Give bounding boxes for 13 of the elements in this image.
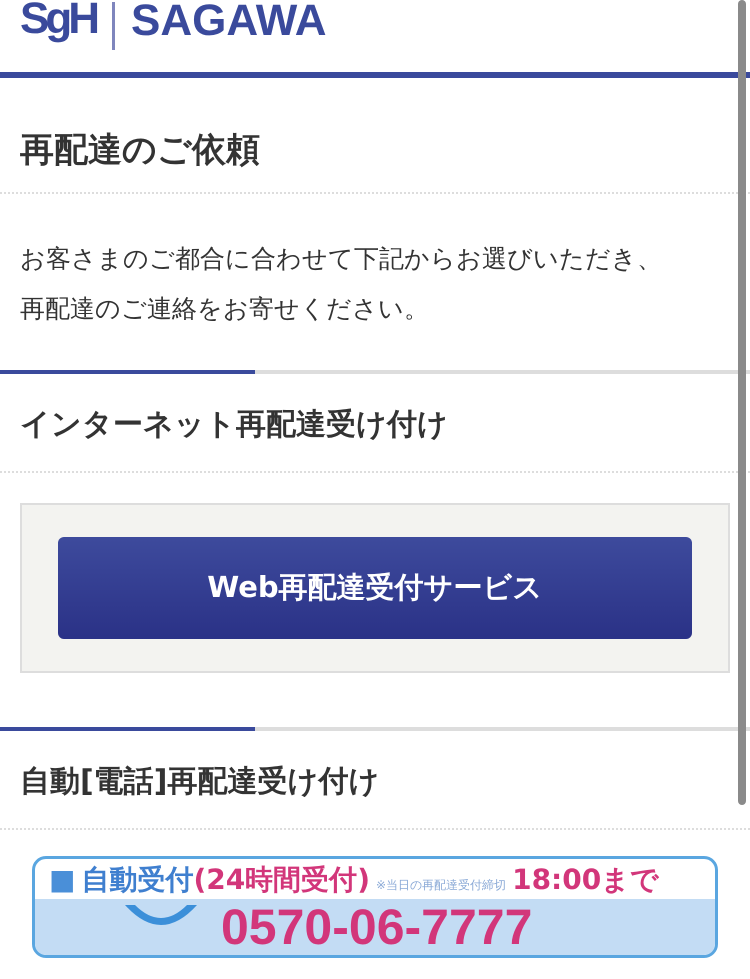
square-icon: ■ xyxy=(49,863,76,896)
banner-note: ※当日の再配達受付締切 xyxy=(376,877,506,894)
intro-text: 再配達のご連絡をお寄せください。 xyxy=(20,293,430,325)
intro-text: お客さまのご都合に合わせて下記からお選びいただき、 xyxy=(20,243,663,275)
logo-mark: SgH xyxy=(20,0,96,44)
logo-text: SAGAWA xyxy=(131,0,327,46)
phone-number: 0570-06-7777 xyxy=(221,901,532,953)
banner-hours: (24時間受付) xyxy=(193,862,370,898)
scrollbar[interactable] xyxy=(738,0,746,805)
phone-dial-icon xyxy=(125,905,197,927)
banner-deadline: 18:00まで xyxy=(512,862,660,898)
web-redelivery-button[interactable]: Web再配達受付サービス xyxy=(58,537,692,639)
banner-label: 自動受付 xyxy=(81,862,194,898)
